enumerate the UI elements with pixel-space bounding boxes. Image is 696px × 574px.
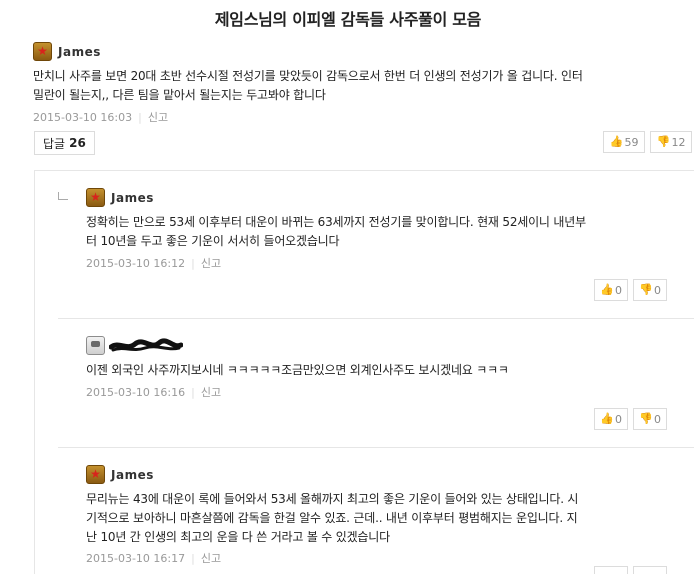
reply-header: James xyxy=(86,465,691,487)
reply-toggle-button[interactable]: 답글 26 xyxy=(34,131,95,155)
page-title: 제임스님의 이피엘 감독들 사주풀이 모음 xyxy=(214,10,482,29)
reply-count: 26 xyxy=(69,136,86,150)
reply-header: James xyxy=(86,188,691,210)
reply-item: James 정확히는 만으로 53세 이후부터 대운이 바뀌는 63세까지 전성… xyxy=(86,188,691,271)
reply-header xyxy=(86,336,691,358)
thumbs-up-icon: 👍 xyxy=(600,283,614,296)
gold-star-badge-icon xyxy=(33,42,52,61)
reply-indent-icon xyxy=(58,192,68,200)
dislike-button[interactable]: 👎 12 xyxy=(650,131,692,153)
redacted-author-name xyxy=(109,337,183,351)
timestamp: 2015-03-10 16:16 xyxy=(86,386,186,399)
thumbs-up-icon: 👍 xyxy=(609,135,624,148)
main-post-meta: 2015-03-10 16:03 | 신고 xyxy=(33,111,169,124)
thumbs-up-icon: 👍 xyxy=(600,412,614,425)
reply-meta: 2015-03-10 16:17 | 신고 xyxy=(86,552,222,565)
reply-text: 이젠 외국인 사주까지보시네 ㅋㅋㅋㅋㅋ조금만있으면 외계인사주도 보시겠네요 … xyxy=(86,361,691,380)
reply-text-line: 기적으로 보아하니 마흔살쯤에 감독을 한걸 알수 있죠. 근데.. 내년 이후… xyxy=(86,511,578,525)
post-text-line: 만치니 사주를 보면 20대 초반 선수시절 전성기를 맞았듯이 감독으로서 한… xyxy=(33,69,583,83)
report-link[interactable]: 신고 xyxy=(201,386,221,399)
dislike-button[interactable] xyxy=(633,566,667,574)
author-name[interactable]: James xyxy=(111,191,154,205)
thumbs-down-icon: 👎 xyxy=(639,412,653,425)
reply-item: 이젠 외국인 사주까지보시네 ㅋㅋㅋㅋㅋ조금만있으면 외계인사주도 보시겠네요 … xyxy=(86,336,691,400)
thumbs-down-icon: 👎 xyxy=(639,283,653,296)
like-button[interactable] xyxy=(594,566,628,574)
reply-text: 무리뉴는 43에 대운이 록에 들어와서 53세 올해까지 최고의 좋은 기운이… xyxy=(86,490,691,547)
reply-text-line: 이젠 외국인 사주까지보시네 ㅋㅋㅋㅋㅋ조금만있으면 외계인사주도 보시겠네요 … xyxy=(86,363,509,377)
dislike-count: 0 xyxy=(654,412,661,426)
main-post-text: 만치니 사주를 보면 20대 초반 선수시절 전성기를 맞았듯이 감독으로서 한… xyxy=(33,67,693,105)
reply-meta: 2015-03-10 16:16 | 신고 xyxy=(86,386,222,399)
like-button[interactable]: 👍 59 xyxy=(603,131,645,153)
like-button[interactable]: 👍 0 xyxy=(594,279,628,301)
reply-meta: 2015-03-10 16:12 | 신고 xyxy=(86,257,222,270)
reply-text-line: 정확히는 만으로 53세 이후부터 대운이 바뀌는 63세까지 전성기를 맞이합… xyxy=(86,215,586,229)
timestamp: 2015-03-10 16:17 xyxy=(86,552,186,565)
author-name[interactable]: James xyxy=(111,468,154,482)
dislike-count: 0 xyxy=(654,283,661,297)
like-count: 59 xyxy=(624,135,639,149)
divider xyxy=(58,318,694,319)
reply-text-line: 무리뉴는 43에 대운이 록에 들어와서 53세 올해까지 최고의 좋은 기운이… xyxy=(86,492,579,506)
reply-text-line: 난 10년 간 인생의 최고의 운을 다 쓴 거라고 볼 수 있겠습니다 xyxy=(86,530,390,544)
main-post-header: James xyxy=(33,42,693,64)
report-link[interactable]: 신고 xyxy=(201,552,221,565)
thumbs-down-icon: 👎 xyxy=(656,135,671,148)
timestamp: 2015-03-10 16:12 xyxy=(86,257,186,270)
main-post: James 만치니 사주를 보면 20대 초반 선수시절 전성기를 맞았듯이 감… xyxy=(33,42,693,125)
dislike-button[interactable]: 👎 0 xyxy=(633,279,667,301)
reply-text: 정확히는 만으로 53세 이후부터 대운이 바뀌는 63세까지 전성기를 맞이합… xyxy=(86,213,691,251)
post-text-line: 밀란이 될는지,, 다른 팀을 맡아서 될는지는 두고봐야 합니다 xyxy=(33,88,326,102)
timestamp: 2015-03-10 16:03 xyxy=(33,111,133,124)
report-link[interactable]: 신고 xyxy=(201,257,221,270)
reply-text-line: 터 10년을 두고 좋은 기운이 서서히 들어오겠습니다 xyxy=(86,234,340,248)
divider xyxy=(58,447,694,448)
reply-label: 답글 xyxy=(43,136,66,151)
gold-star-badge-icon xyxy=(86,465,105,484)
dislike-count: 12 xyxy=(671,135,686,149)
report-link[interactable]: 신고 xyxy=(148,111,168,124)
dislike-button[interactable]: 👎 0 xyxy=(633,408,667,430)
gold-star-badge-icon xyxy=(86,188,105,207)
author-name[interactable]: James xyxy=(58,45,101,59)
like-count: 0 xyxy=(615,283,622,297)
like-button[interactable]: 👍 0 xyxy=(594,408,628,430)
like-count: 0 xyxy=(615,412,622,426)
gray-badge-icon xyxy=(86,336,105,355)
reply-item: James 무리뉴는 43에 대운이 록에 들어와서 53세 올해까지 최고의 … xyxy=(86,465,691,566)
